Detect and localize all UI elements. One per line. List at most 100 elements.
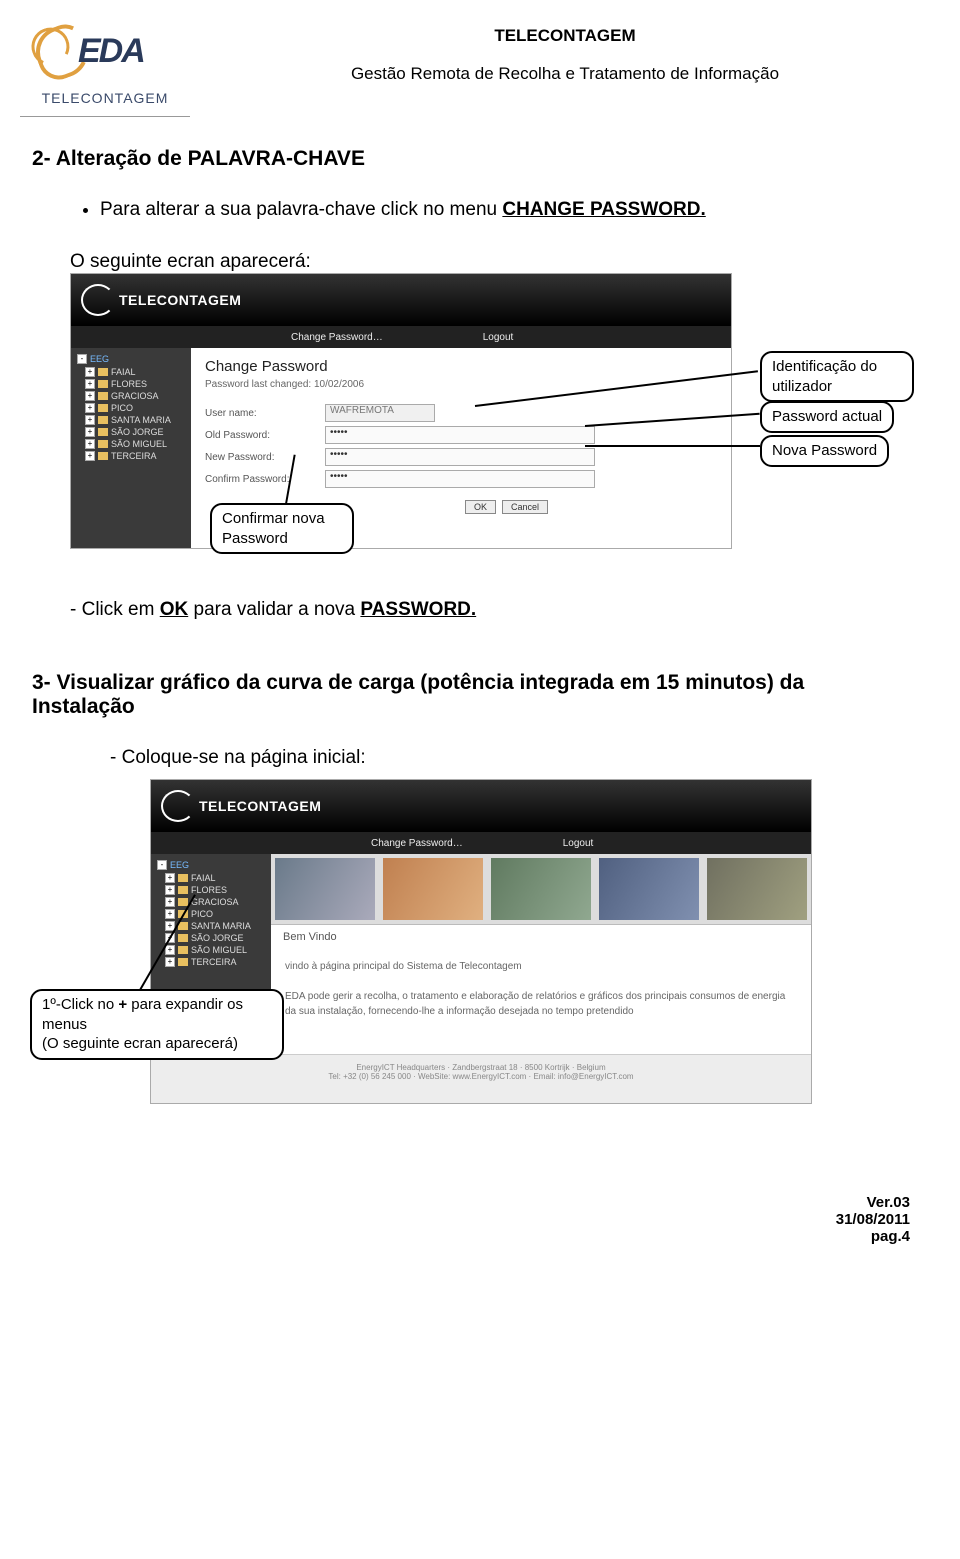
tree-item-label: PICO [191,909,213,919]
section2-intro: O seguinte ecran aparecerá: [70,251,940,273]
folder-icon [178,946,188,954]
header-text: TELECONTAGEM Gestão Remota de Recolha e … [190,20,940,84]
tree-item[interactable]: +SÃO MIGUEL [71,438,191,450]
callout-pass-actual: Password actual [760,401,894,433]
menu-change-password[interactable]: Change Password… [291,332,383,343]
tree-item[interactable]: +PICO [71,402,191,414]
shot1-body: - EEG +FAIAL + FLORES + GRACIOSA +PICO +SA… [71,348,731,548]
shot2-brand: TELECONTAGEM [199,798,321,814]
plus-icon[interactable]: + [85,379,95,389]
tree-item[interactable]: +TERCEIRA [151,956,271,968]
tree-item-label: SÃO JORGE [191,933,244,943]
tree-item[interactable]: +SANTA MARIA [151,920,271,932]
folder-icon [178,934,188,942]
step-pre: - Click em [70,599,160,620]
input-old-password[interactable]: ••••• [325,426,595,444]
cancel-button[interactable]: Cancel [502,500,548,514]
callout-pass-nova: Nova Password [760,435,889,467]
logo-icon: EDA [30,20,180,80]
shot1-logo: TELECONTAGEM [71,284,241,316]
logo-text: EDA [78,32,144,71]
input-confirm-password[interactable]: ••••• [325,470,595,488]
plus-icon[interactable]: + [165,957,175,967]
label-old-password: Old Password: [205,430,325,441]
callout-ident: Identificação do utilizador [760,351,914,402]
footer-version: Ver.03 [20,1194,910,1211]
shot2-content: Bem Vindo vindo à página principal do Si… [271,854,811,1054]
thumbnail [491,858,591,920]
tree-item[interactable]: +SÃO JORGE [71,426,191,438]
plus-icon[interactable]: + [85,367,95,377]
folder-icon [98,416,108,424]
minus-icon[interactable]: - [77,354,87,364]
tree-item[interactable]: +SÃO MIGUEL [151,944,271,956]
step-ok: OK [160,599,189,620]
section2-bullet: Para alterar a sua palavra-chave click n… [100,199,940,221]
menu-change-password[interactable]: Change Password… [371,838,463,849]
plus-icon[interactable]: + [85,415,95,425]
ok-button[interactable]: OK [465,500,496,514]
step-pass: PASSWORD. [360,599,476,620]
shot1-menubar: Change Password… Logout [71,326,731,348]
logo-label: TELECONTAGEM [20,84,190,117]
page-footer: Ver.03 31/08/2011 pag.4 [20,1194,940,1245]
welcome-line1: vindo à página principal do Sistema de T… [285,959,797,974]
tree-root[interactable]: - EEG [71,352,191,366]
tree-item-label: TERCEIRA [111,451,157,461]
tree-item[interactable]: + PICO [151,908,271,920]
plus-icon[interactable]: + [85,427,95,437]
plus-icon[interactable]: + [165,873,175,883]
tree-item-label: FLORES [191,885,227,895]
plus-icon[interactable]: + [85,439,95,449]
footer-line2: Tel: +32 (0) 56 245 000 · WebSite: www.E… [151,1072,811,1081]
input-username[interactable]: WAFREMOTA [325,404,435,422]
callout-expand: 1º-Click no + para expandir os menus (O … [30,989,284,1060]
tree-item[interactable]: + TERCEIRA [71,450,191,462]
plus-icon[interactable]: + [85,403,95,413]
label-username: User name: [205,408,325,419]
shot2-menubar: Change Password… Logout [151,832,811,854]
row-old-password: Old Password: ••••• [205,426,717,444]
tree-item-label: GRACIOSA [191,897,239,907]
welcome-bar: Bem Vindo [271,924,811,949]
document-header: EDA TELECONTAGEM TELECONTAGEM Gestão Rem… [20,20,940,117]
folder-icon [178,958,188,966]
plus-icon[interactable]: + [165,945,175,955]
plus-icon[interactable]: + [85,451,95,461]
label-confirm-password: Confirm Password: [205,474,325,485]
tree-item[interactable]: + FLORES [71,378,191,390]
tree-item[interactable]: +SANTA MARIA [71,414,191,426]
tree-item-label: GRACIOSA [111,391,159,401]
folder-icon [98,392,108,400]
tree-item[interactable]: +FAIAL [151,872,271,884]
plus-icon[interactable]: + [85,391,95,401]
footer-date: 31/08/2011 [20,1211,910,1228]
minus-icon[interactable]: - [157,860,167,870]
tree-item[interactable]: + GRACIOSA [151,896,271,908]
plus-icon[interactable]: + [165,909,175,919]
shot2-footer: EnergyICT Headquarters · Zandbergstraat … [151,1054,811,1103]
plus-icon[interactable]: + [165,897,175,907]
welcome-line2: EDA pode gerir a recolha, o tratamento e… [285,989,797,1019]
label-new-password: New Password: [205,452,325,463]
plus-icon[interactable]: + [165,885,175,895]
section3-heading: 3- Visualizar gráfico da curva de carga … [32,671,832,719]
section2-bullet-item: Para alterar a sua palavra-chave click n… [100,199,940,221]
welcome-body: vindo à página principal do Sistema de T… [271,949,811,1039]
shot1-sidebar: - EEG +FAIAL + FLORES + GRACIOSA +PICO +SA… [71,348,191,548]
tree-item[interactable]: + GRACIOSA [71,390,191,402]
input-new-password[interactable]: ••••• [325,448,595,466]
callout-line [585,445,760,447]
menu-logout[interactable]: Logout [563,838,594,849]
menu-logout[interactable]: Logout [483,332,514,343]
thumbnail [383,858,483,920]
section2-bullet-text: Para alterar a sua palavra-chave click n… [100,199,502,220]
callout-expand-plus: + [118,996,127,1013]
tree-root[interactable]: - EEG [151,858,271,872]
tree-item-label: FLORES [111,379,147,389]
tree-item[interactable]: + FLORES [151,884,271,896]
folder-icon [98,452,108,460]
panel-title: Change Password [205,358,717,375]
callout-pass-confirm: Confirmar nova Password [210,503,354,554]
tree-item[interactable]: +FAIAL [71,366,191,378]
